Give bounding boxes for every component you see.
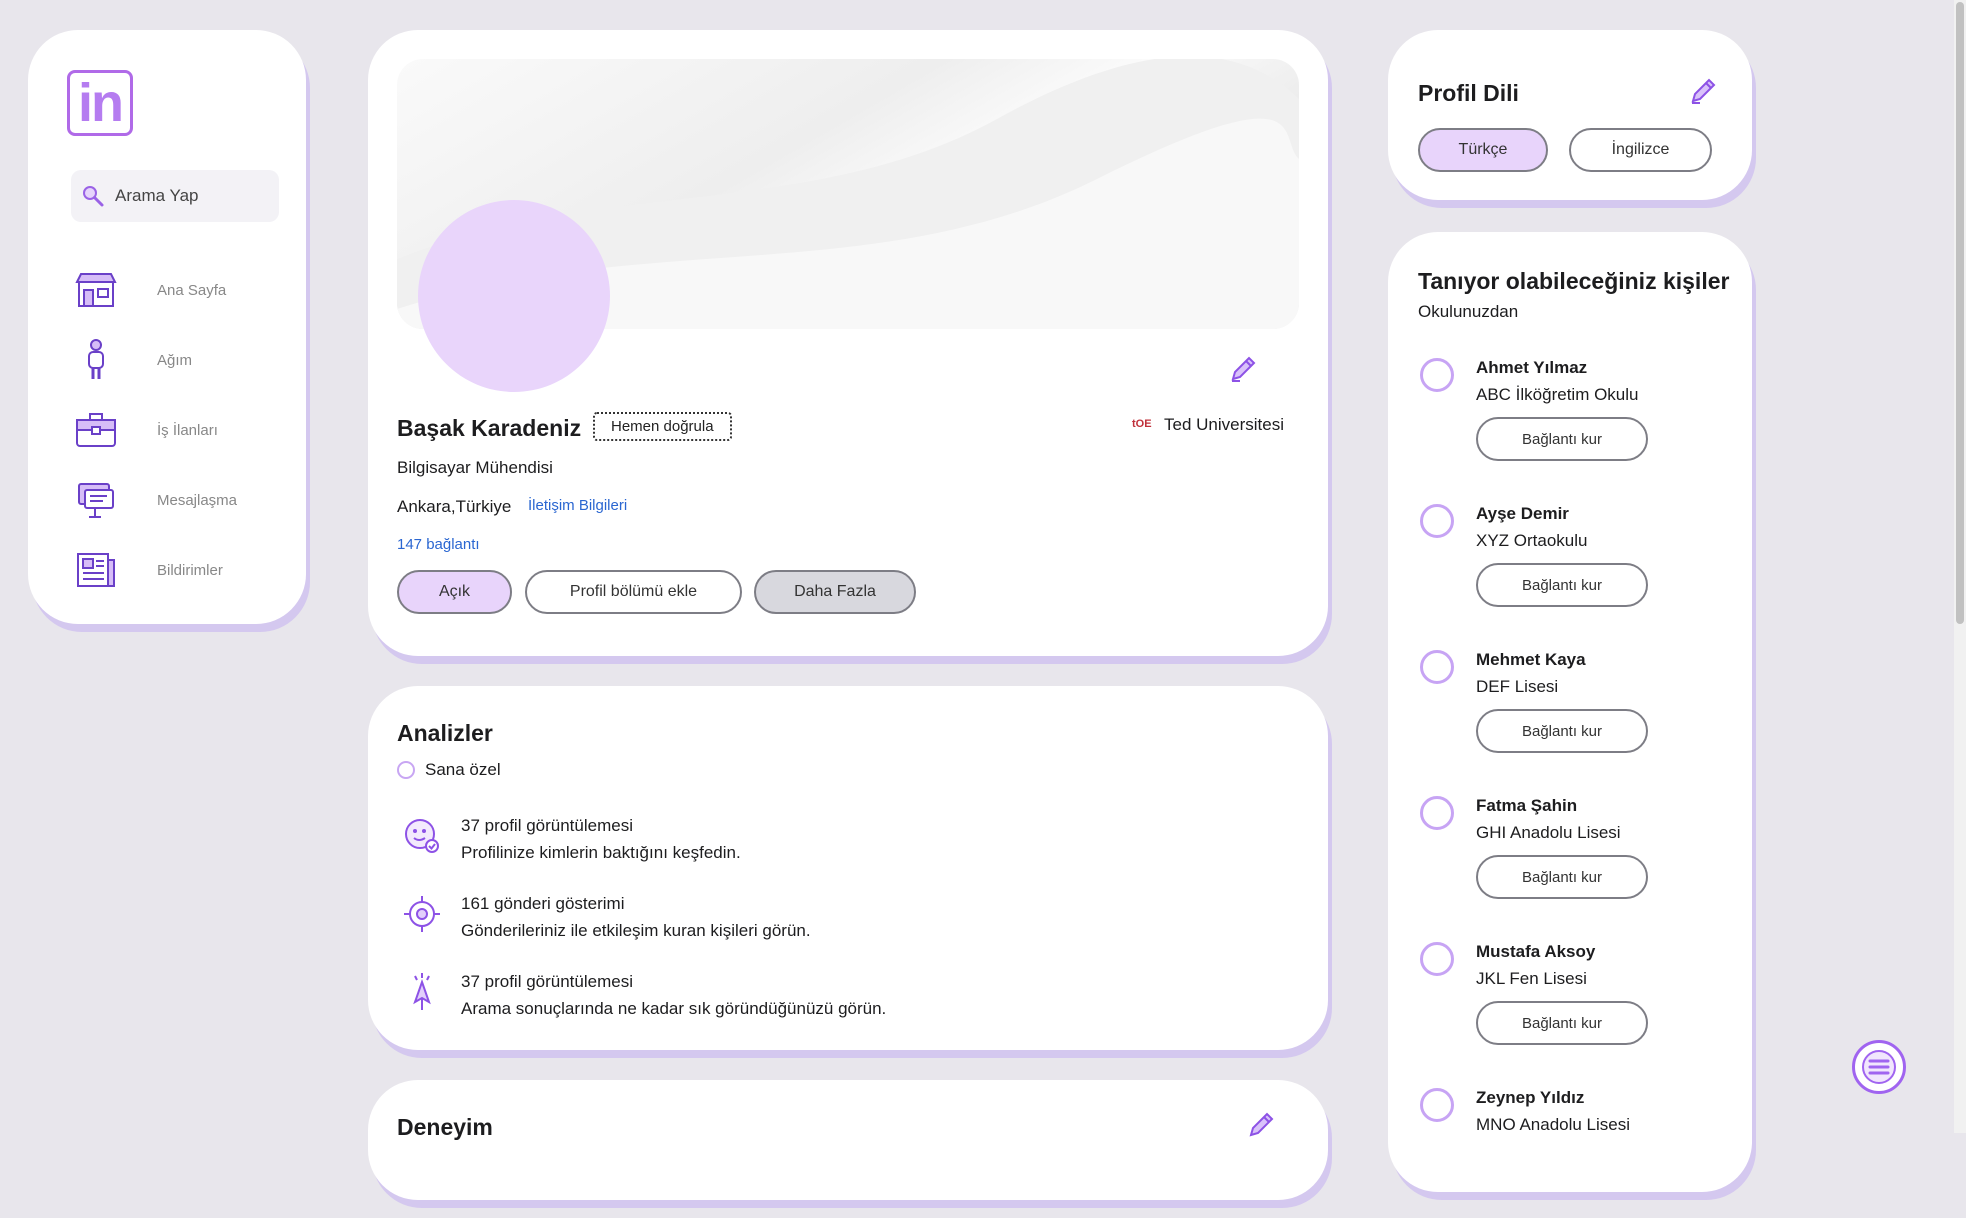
analytics-title: Analizler [397,720,493,746]
eye-ring-icon [397,761,415,779]
search-appearances-icon [402,972,442,1012]
connections-link[interactable]: 147 bağlantı [397,536,480,553]
analytics-row-desc: Arama sonuçlarında ne kadar sık göründüğ… [461,999,887,1018]
nav-label: Ağım [157,351,193,369]
scrollbar[interactable] [1954,0,1966,1133]
person-icon [73,337,119,383]
analytics-row-desc: Gönderileriniz ile etkileşim kuran kişil… [461,921,811,940]
person-school: ABC İlköğretim Okulu [1476,385,1639,404]
analytics-row-post-impressions[interactable]: 161 gönderi gösterimi Gönderileriniz ile… [402,890,811,944]
connect-button[interactable]: Bağlantı kur [1476,563,1648,607]
person-avatar[interactable] [1420,796,1454,830]
nav-item-notifications[interactable]: Bildirimler [73,544,283,596]
nav-item-network[interactable]: Ağım [73,334,283,386]
person-school: DEF Lisesi [1476,677,1559,696]
language-english-button[interactable]: İngilizce [1569,128,1712,172]
edit-pencil-icon[interactable] [1246,1110,1276,1145]
person-name[interactable]: Zeynep Yıldız [1476,1088,1584,1108]
people-title: Tanıyor olabileceğiniz kişiler [1418,268,1730,294]
analytics-row-search-appearances[interactable]: 37 profil görüntülemesi Arama sonuçların… [402,968,886,1022]
profile-location: Ankara,Türkiye [397,497,512,516]
person-school: MNO Anadolu Lisesi [1476,1115,1631,1134]
profile-name: Başak Karadeniz [397,415,582,441]
language-turkish-button[interactable]: Türkçe [1418,128,1548,172]
people-you-may-know-card: Tanıyor olabileceğiniz kişiler Okulunuzd… [1388,232,1752,1192]
person-avatar[interactable] [1420,650,1454,684]
person-card: Mehmet Kaya DEF Lisesi Bağlantı kur [1418,650,1738,780]
person-avatar[interactable] [1420,1088,1454,1122]
nav-item-jobs[interactable]: İş İlanları [73,404,283,456]
person-card: Mustafa Aksoy JKL Fen Lisesi Bağlantı ku… [1418,942,1738,1072]
connect-button[interactable]: Bağlantı kur [1476,417,1648,461]
edit-pencil-icon[interactable] [1688,76,1718,111]
connect-button[interactable]: Bağlantı kur [1476,855,1648,899]
nav-label: Bildirimler [157,561,223,579]
person-name[interactable]: Mehmet Kaya [1476,650,1586,670]
more-button[interactable]: Daha Fazla [754,570,916,614]
analytics-row-desc: Profilinize kimlerin baktığını keşfedin. [461,843,741,862]
private-to-you: Sana özel [397,760,501,780]
menu-icon [1862,1050,1896,1084]
connect-button[interactable]: Bağlantı kur [1476,1001,1648,1045]
open-to-button[interactable]: Açık [397,570,512,614]
nav-label: İş İlanları [157,421,218,439]
experience-title: Deneyim [397,1114,493,1140]
chat-icon [73,477,119,523]
profile-headline: Bilgisayar Mühendisi [397,458,553,477]
person-name[interactable]: Ahmet Yılmaz [1476,358,1587,378]
search-input[interactable] [113,185,267,207]
person-card: Ahmet Yılmaz ABC İlköğretim Okulu Bağlan… [1418,358,1738,488]
experience-card: Deneyim [368,1080,1328,1200]
analytics-row-title: 37 profil görüntülemesi [461,816,633,835]
contact-info-link[interactable]: İletişim Bilgileri [528,497,627,514]
scrollbar-thumb[interactable] [1956,2,1964,624]
analytics-card: Analizler Sana özel 37 profil görüntülem… [368,686,1328,1050]
school-name: Ted Universitesi [1164,415,1284,434]
search-icon [83,186,104,207]
person-school: JKL Fen Lisesi [1476,969,1587,988]
person-name[interactable]: Fatma Şahin [1476,796,1577,816]
profile-views-icon [402,816,442,856]
connect-button[interactable]: Bağlantı kur [1476,709,1648,753]
person-avatar[interactable] [1420,942,1454,976]
school-logo-icon: tOE [1132,415,1152,435]
person-name[interactable]: Mustafa Aksoy [1476,942,1595,962]
search-box[interactable] [71,170,279,222]
person-school: XYZ Ortaokulu [1476,531,1588,550]
floating-menu-button[interactable] [1852,1040,1906,1094]
analytics-row-profile-views[interactable]: 37 profil görüntülemesi Profilinize kiml… [402,812,741,866]
linkedin-logo[interactable]: in [67,70,133,136]
profile-card: Başak Karadeniz Hemen doğrula tOE Ted Un… [368,30,1328,656]
nav-item-home[interactable]: Ana Sayfa [73,264,283,316]
people-subtitle: Okulunuzdan [1418,302,1519,321]
briefcase-icon [73,407,119,453]
home-icon [73,267,119,313]
nav-item-messaging[interactable]: Mesajlaşma [73,474,283,526]
person-avatar[interactable] [1420,358,1454,392]
profile-language-title: Profil Dili [1418,80,1519,106]
person-card: Fatma Şahin GHI Anadolu Lisesi Bağlantı … [1418,796,1738,926]
analytics-row-title: 161 gönderi gösterimi [461,894,625,913]
analytics-row-title: 37 profil görüntülemesi [461,972,633,991]
verify-button[interactable]: Hemen doğrula [593,412,732,441]
profile-language-card: Profil Dili Türkçe İngilizce [1388,30,1752,200]
profile-avatar[interactable] [418,200,610,392]
svg-text:tOE: tOE [1132,418,1152,430]
person-avatar[interactable] [1420,504,1454,538]
newspaper-icon [73,547,119,593]
nav-label: Mesajlaşma [157,491,238,509]
post-impressions-icon [402,894,442,934]
private-label: Sana özel [425,760,501,779]
person-school: GHI Anadolu Lisesi [1476,823,1621,842]
add-profile-section-button[interactable]: Profil bölümü ekle [525,570,742,614]
left-sidebar: in Ana Sayfa Ağım [28,30,306,624]
nav-label: Ana Sayfa [157,281,227,299]
person-card: Ayşe Demir XYZ Ortaokulu Bağlantı kur [1418,504,1738,634]
profile-school[interactable]: tOE Ted Universitesi [1132,415,1284,435]
person-card: Zeynep Yıldız MNO Anadolu Lisesi [1418,1088,1738,1218]
edit-pencil-icon[interactable] [1228,354,1258,389]
person-name[interactable]: Ayşe Demir [1476,504,1569,524]
